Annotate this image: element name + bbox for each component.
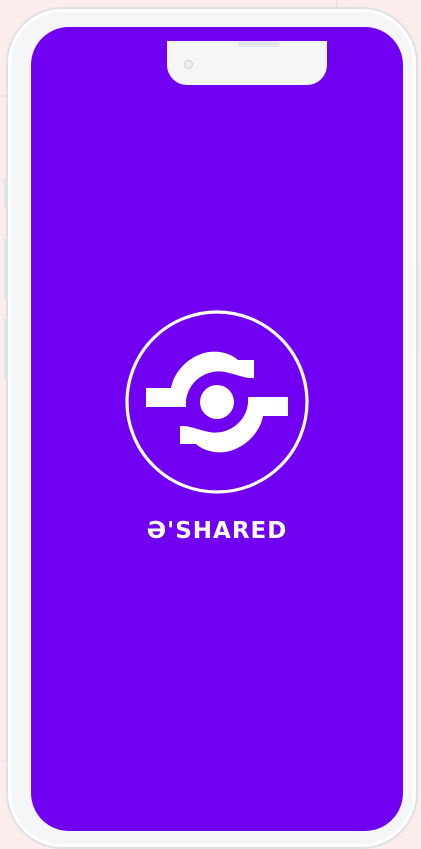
- brand-wordmark: Ә'SHARED: [146, 518, 288, 544]
- phone-speaker: [238, 41, 280, 47]
- shared-sync-logo-icon: [125, 310, 309, 494]
- mockup-canvas: Ә'SHARED: [0, 0, 421, 849]
- front-camera: [184, 60, 193, 69]
